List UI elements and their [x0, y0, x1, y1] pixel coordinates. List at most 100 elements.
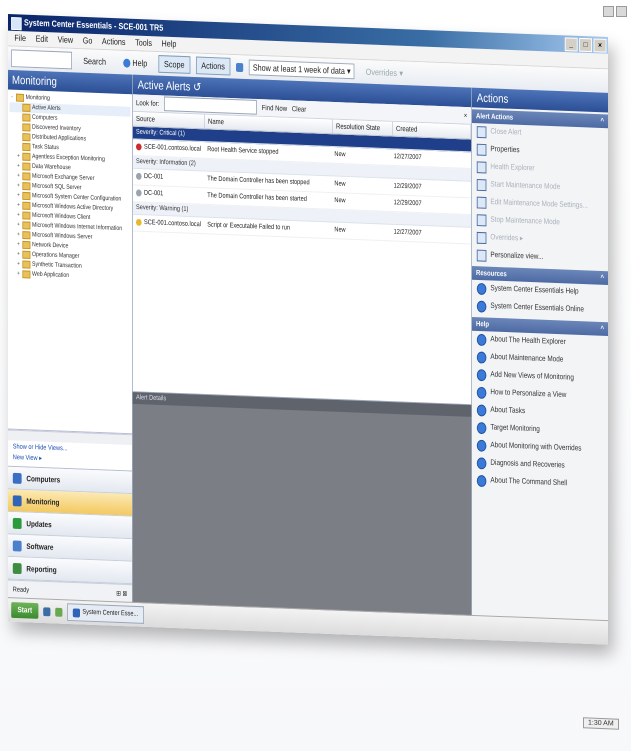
- menu-item-edit[interactable]: Edit: [36, 32, 48, 47]
- time-filter-select[interactable]: Show at least 1 week of data ▾: [248, 59, 355, 80]
- tree-expander-icon[interactable]: +: [16, 230, 21, 240]
- monitoring-icon: [12, 494, 22, 506]
- screenshot-stage: System Center Essentials - SCE-001 TR5 _…: [0, 0, 631, 751]
- tree-expander-icon[interactable]: +: [16, 250, 21, 260]
- wunderbar: Computers Monitoring Updates Software Report…: [8, 465, 132, 585]
- alert-created-cell: 12/29/2007: [393, 182, 422, 191]
- quick-launch-icon[interactable]: [55, 607, 63, 617]
- help-label: Help: [132, 57, 148, 69]
- alert-source-text: SCE-001.contoso.local: [144, 143, 201, 153]
- actions-toggle-button[interactable]: Actions: [195, 56, 231, 76]
- action-item-label: About The Health Explorer: [490, 334, 566, 347]
- alert-state-cell: New: [334, 180, 346, 188]
- folder-icon: [22, 182, 31, 191]
- menu-item-go[interactable]: Go: [83, 34, 93, 49]
- system-clock: 1:30 AM: [583, 717, 619, 730]
- find-now-button[interactable]: Find Now: [262, 103, 287, 113]
- severity-icon: [136, 172, 142, 180]
- wunderbar-label: Monitoring: [26, 496, 60, 507]
- maximize-button[interactable]: □: [579, 37, 592, 53]
- action-item-label: System Center Essentials Online: [490, 301, 584, 314]
- tree-expander-icon[interactable]: -: [10, 92, 15, 102]
- menu-item-file[interactable]: File: [14, 31, 26, 46]
- folder-icon: [22, 191, 31, 201]
- software-icon: [12, 539, 22, 552]
- collapse-icon[interactable]: ^: [600, 114, 604, 128]
- maintenance-icon: [476, 214, 487, 227]
- folder-icon: [22, 152, 31, 161]
- tree-expander-icon[interactable]: +: [16, 210, 21, 220]
- column-header-source[interactable]: Source: [132, 111, 205, 129]
- quick-launch-icon[interactable]: [43, 606, 51, 616]
- action-item-label: About The Command Shell: [490, 475, 568, 488]
- action-item-label: About Monitoring with Overrides: [490, 440, 582, 453]
- clear-button[interactable]: Clear: [292, 104, 306, 113]
- search-input[interactable]: [11, 49, 72, 70]
- close-look-for-button[interactable]: ×: [464, 111, 468, 120]
- tree-expander-icon[interactable]: +: [16, 181, 21, 191]
- action-item-label: System Center Essentials Help: [490, 283, 579, 296]
- action-item-label: Start Maintenance Mode: [490, 179, 561, 192]
- tree-expander-icon[interactable]: +: [16, 201, 21, 211]
- minimize-icon[interactable]: [603, 6, 614, 17]
- alert-source-text: SCE-001.contoso.local: [144, 219, 201, 229]
- menu-item-tools[interactable]: Tools: [135, 36, 152, 51]
- tree-expander-icon[interactable]: +: [16, 161, 21, 171]
- status-text: Ready: [12, 586, 29, 594]
- taskbar-app-label: System Center Esse...: [82, 608, 139, 618]
- help-icon: [476, 457, 487, 470]
- tree-expander-icon[interactable]: +: [16, 220, 21, 230]
- help-button[interactable]: Help: [117, 53, 153, 72]
- nav-configure-icons[interactable]: ⊞ ⊠: [116, 589, 127, 597]
- wunderbar-label: Computers: [26, 473, 61, 484]
- tree-expander-icon[interactable]: +: [16, 152, 21, 162]
- scope-button[interactable]: Scope: [158, 55, 191, 74]
- menu-item-actions[interactable]: Actions: [102, 34, 126, 50]
- collapse-icon[interactable]: ^: [600, 322, 604, 336]
- window-controls: _ □ ×: [564, 37, 607, 53]
- action-item-label: Edit Maintenance Mode Settings...: [490, 197, 588, 210]
- start-button[interactable]: Start: [11, 602, 39, 619]
- collapse-icon[interactable]: ^: [600, 271, 604, 285]
- wunderbar-label: Software: [26, 541, 54, 552]
- look-for-input[interactable]: [164, 96, 257, 115]
- tree-node-label: Monitoring: [25, 94, 50, 102]
- help-icon: [122, 58, 131, 68]
- folder-icon: [22, 260, 31, 269]
- window-corner-icons: [603, 6, 627, 17]
- restore-icon[interactable]: [616, 6, 627, 17]
- alert-created-cell: 12/27/2007: [393, 228, 422, 237]
- action-item-label: About Tasks: [490, 404, 526, 416]
- tree-expander-icon[interactable]: +: [16, 240, 21, 250]
- action-item-label: Properties: [490, 144, 520, 155]
- tree-expander-icon[interactable]: +: [16, 171, 21, 181]
- minimize-button[interactable]: _: [564, 37, 578, 52]
- menu-item-help[interactable]: Help: [162, 37, 177, 52]
- tree-expander-icon[interactable]: +: [16, 191, 21, 201]
- folder-icon: [22, 133, 31, 142]
- tree-node-label: Web Application: [32, 270, 70, 279]
- actions-section-title: Help: [476, 319, 490, 329]
- column-header-resolution-state[interactable]: Resolution State: [332, 119, 393, 136]
- actions-pane-title: Actions: [472, 87, 608, 113]
- folder-icon: [22, 103, 31, 112]
- refresh-icon[interactable]: [236, 62, 244, 72]
- tree-expander-icon[interactable]: +: [16, 259, 21, 269]
- help-icon: [476, 404, 487, 417]
- folder-icon: [22, 270, 31, 279]
- close-button[interactable]: ×: [593, 38, 607, 53]
- monitoring-tree: - Monitoring Active Alerts Computers Discove…: [8, 89, 132, 435]
- search-button[interactable]: Search: [78, 52, 112, 71]
- help-icon: [476, 300, 487, 313]
- menu-item-view[interactable]: View: [58, 33, 73, 48]
- tree-expander-icon[interactable]: +: [16, 269, 21, 279]
- search-label: Search: [83, 56, 107, 67]
- actions-section-title: Resources: [476, 268, 507, 279]
- alert-source-cell: SCE-001.contoso.local: [133, 139, 204, 157]
- taskbar-app-button[interactable]: System Center Esse...: [67, 603, 144, 624]
- properties-icon: [476, 143, 487, 156]
- maintenance-icon: [476, 179, 487, 192]
- actions-toggle-label: Actions: [201, 60, 225, 72]
- overrides-button[interactable]: Overrides ▾: [360, 63, 408, 83]
- help-icon: [476, 333, 487, 346]
